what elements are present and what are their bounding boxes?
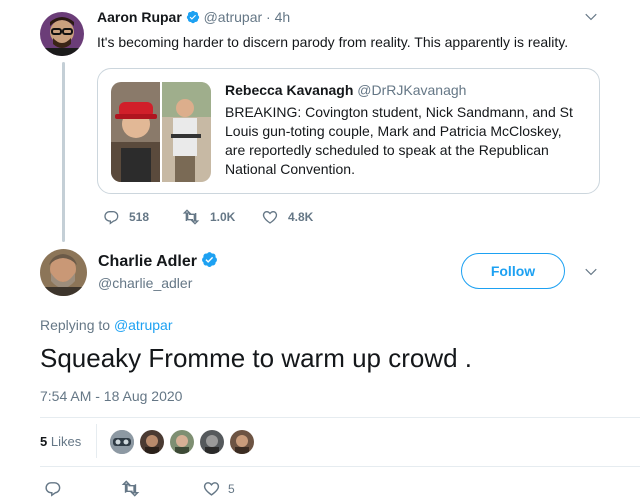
like-icon [203,482,220,496]
parent-retweet-count: 1.0K [210,210,236,224]
liker-avatar[interactable] [230,430,254,454]
follow-button[interactable]: Follow [461,253,565,289]
likers-avatars [110,430,260,454]
tweet-timestamp[interactable]: 7:54 AM - 18 Aug 2020 [40,388,182,404]
likes-divider [96,424,97,458]
quoted-tweet-media[interactable] [111,82,211,182]
verified-badge-icon [186,10,200,27]
liker-avatar[interactable] [200,430,224,454]
liker-avatar[interactable] [110,430,134,454]
likes-stat-label: Likes [50,434,82,449]
parent-author-name[interactable]: Aaron Rupar [97,9,182,25]
main-author-handle[interactable]: @charlie_adler [98,275,192,291]
parent-tweet-time[interactable]: · 4h [266,9,290,25]
quoted-tweet-card[interactable]: Rebecca Kavanagh @DrRJKavanagh BREAKING:… [97,68,600,194]
parent-retweet-button[interactable]: 1.0K [182,209,235,225]
main-retweet-button[interactable] [121,480,150,497]
quoted-author-name: Rebecca Kavanagh [225,82,354,98]
divider-bottom [40,466,640,467]
chevron-down-icon[interactable] [584,10,598,29]
like-icon [262,210,278,224]
liker-avatar[interactable] [170,430,194,454]
replying-to-link[interactable]: @atrupar [114,317,173,333]
retweet-icon [121,480,140,497]
parent-author-handle[interactable]: @atrupar [204,9,263,25]
avatar-aaron-rupar[interactable] [40,12,84,56]
parent-tweet-header: Aaron Rupar @atrupar · 4h [97,9,290,27]
parent-tweet-text: It's becoming harder to discern parody f… [97,34,569,50]
thread-connector-line [62,62,65,242]
parent-like-button[interactable]: 4.8K [262,209,313,225]
main-tweet-text: Squeaky Fromme to warm up crowd . [40,343,473,373]
liker-avatar[interactable] [140,430,164,454]
main-reply-button[interactable] [44,480,71,497]
parent-reply-button[interactable]: 518 [103,209,149,225]
parent-reply-count: 518 [129,210,150,224]
parent-like-count: 4.8K [288,210,314,224]
reply-icon [104,210,119,225]
reply-icon [45,482,61,497]
likes-stat[interactable]: 5 Likes [40,434,81,449]
main-author-name-row: Charlie Adler [98,251,218,273]
replying-to-prefix: Replying to [40,317,111,333]
replying-to-line: Replying to @atrupar [40,317,173,333]
retweet-icon [182,209,200,225]
main-like-count: 5 [228,481,235,496]
chevron-down-icon[interactable] [584,265,598,284]
avatar-charlie-adler[interactable] [40,249,87,296]
likes-stat-count: 5 [40,434,48,449]
main-author-name[interactable]: Charlie Adler [98,253,197,270]
divider-top [40,417,640,418]
verified-badge-icon [201,251,218,273]
quoted-author-handle: @DrRJKavanagh [357,82,467,98]
quoted-tweet-text: BREAKING: Covington student, Nick Sandma… [225,104,573,177]
main-like-button[interactable]: 5 [203,480,235,497]
quoted-tweet-header: Rebecca Kavanagh @DrRJKavanagh [225,82,466,98]
